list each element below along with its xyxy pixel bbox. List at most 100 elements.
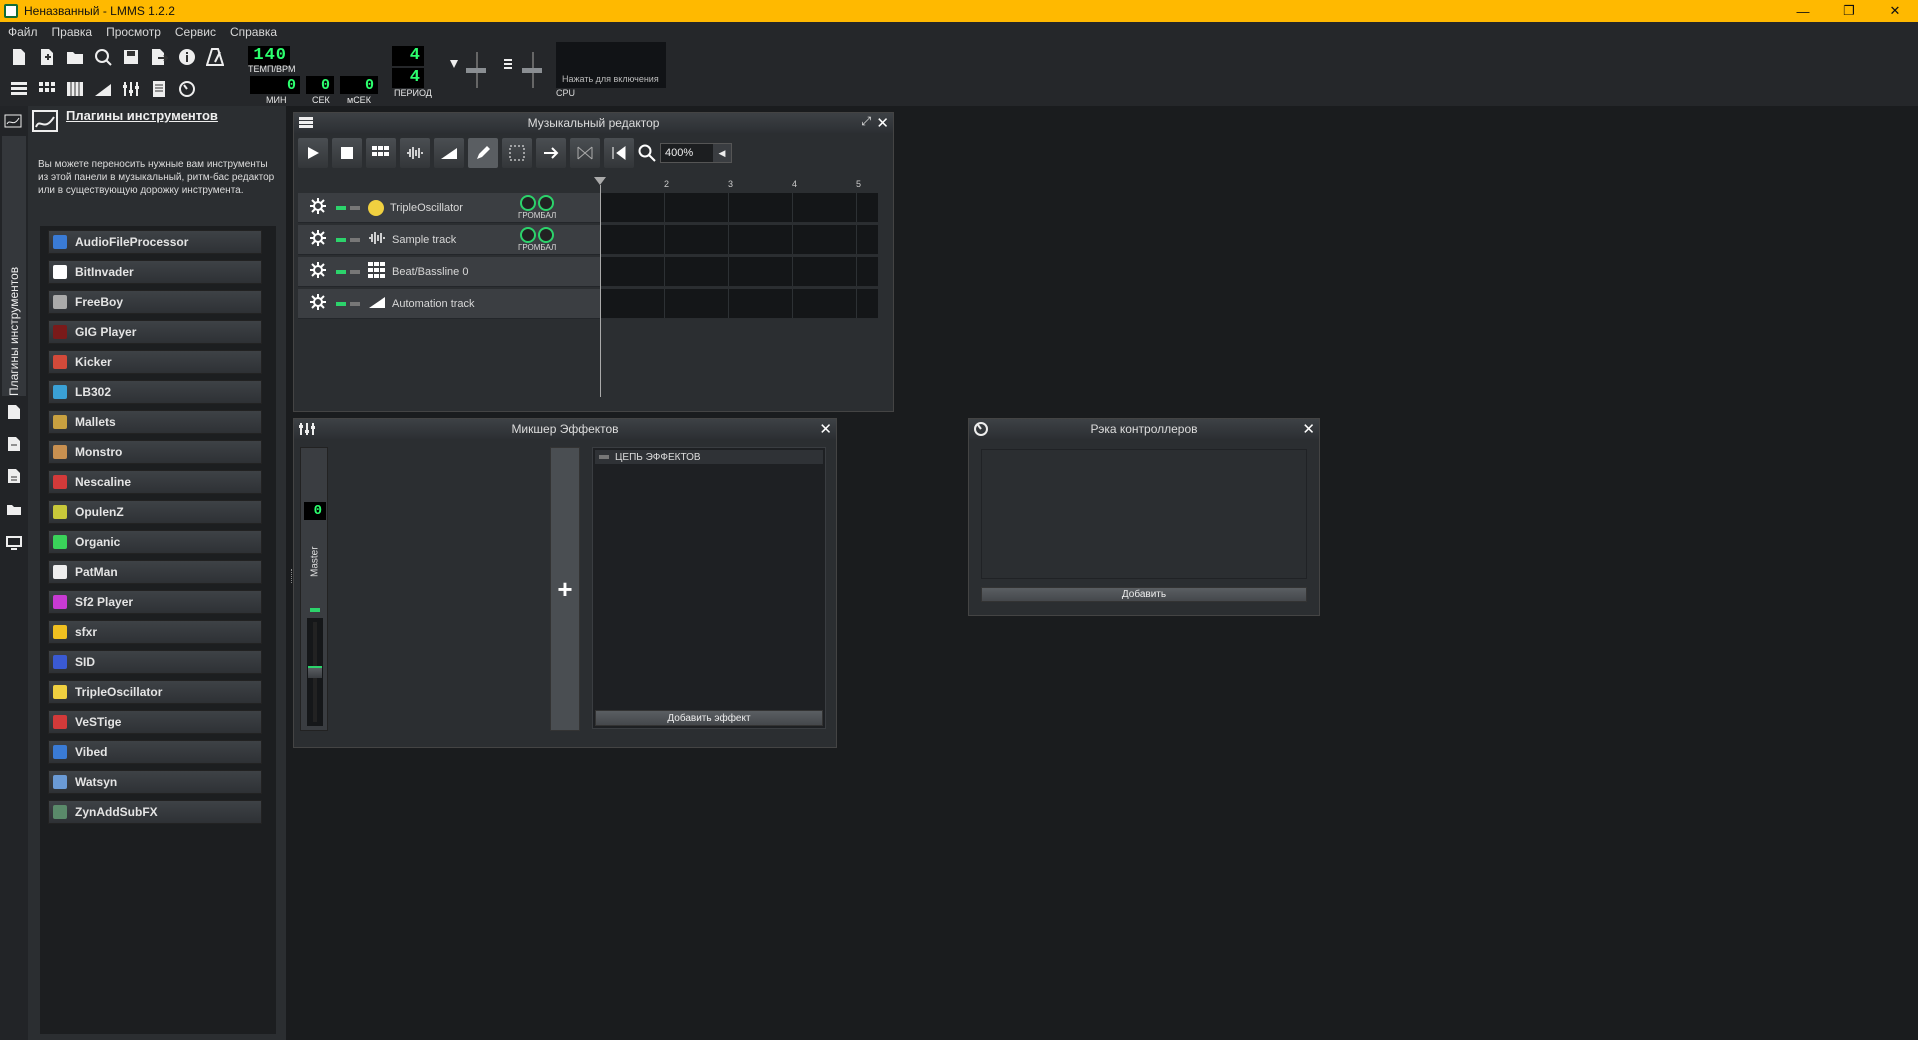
my-presets-tab-icon[interactable] bbox=[7, 468, 23, 484]
auto-scroll-button[interactable] bbox=[536, 138, 566, 168]
plugin-monstro[interactable]: Monstro bbox=[48, 440, 262, 464]
restore-icon[interactable]: ⤢ bbox=[861, 114, 871, 129]
plugin-freeboy[interactable]: FreeBoy bbox=[48, 290, 262, 314]
draw-mode-button[interactable] bbox=[468, 138, 498, 168]
plugin-vibed[interactable]: Vibed bbox=[48, 740, 262, 764]
controller-rack-toggle-icon[interactable] bbox=[174, 76, 200, 102]
volume-pan-knobs[interactable]: ГРОМБАЛ bbox=[518, 195, 556, 220]
track-row[interactable]: Beat/Bassline 0 bbox=[298, 257, 600, 287]
close-window-button[interactable]: ✕ bbox=[1872, 0, 1918, 22]
time-sig-numerator[interactable]: 4 bbox=[392, 46, 424, 66]
volume-knob[interactable] bbox=[520, 195, 537, 211]
edit-mode-button[interactable] bbox=[502, 138, 532, 168]
zoom-dropdown-arrow-icon[interactable]: ◀ bbox=[713, 144, 731, 162]
export-project-icon[interactable] bbox=[146, 44, 172, 70]
track-name[interactable]: Beat/Bassline 0 bbox=[392, 266, 468, 278]
minimize-button[interactable]: — bbox=[1780, 0, 1826, 22]
new-from-template-icon[interactable] bbox=[34, 44, 60, 70]
playhead-marker[interactable] bbox=[594, 177, 606, 185]
stop-behaviour-button[interactable] bbox=[604, 138, 634, 168]
save-project-icon[interactable] bbox=[118, 44, 144, 70]
loop-points-button[interactable] bbox=[570, 138, 600, 168]
resize-grip[interactable] bbox=[291, 569, 294, 583]
tempo-display[interactable]: 140 bbox=[248, 46, 290, 66]
plugin-kicker[interactable]: Kicker bbox=[48, 350, 262, 374]
automation-editor-toggle-icon[interactable] bbox=[90, 76, 116, 102]
track-pattern-area[interactable] bbox=[600, 225, 878, 255]
controller-rack-close-icon[interactable]: ✕ bbox=[1302, 420, 1315, 438]
track-pattern-area[interactable] bbox=[600, 257, 878, 287]
master-channel-strip[interactable]: 0 Master bbox=[300, 447, 328, 731]
beat-bassline-toggle-icon[interactable] bbox=[34, 76, 60, 102]
piano-roll-toggle-icon[interactable] bbox=[62, 76, 88, 102]
new-project-icon[interactable] bbox=[6, 44, 32, 70]
track-name[interactable]: TripleOscillator bbox=[390, 202, 518, 214]
play-button[interactable] bbox=[298, 138, 328, 168]
zoom-select[interactable]: 400% ◀ bbox=[660, 143, 732, 163]
plugin-watsyn[interactable]: Watsyn bbox=[48, 770, 262, 794]
plugin-bitinvader[interactable]: BitInvader bbox=[48, 260, 262, 284]
mute-led[interactable] bbox=[336, 205, 346, 210]
track-name[interactable]: Automation track bbox=[392, 298, 475, 310]
plugin-sfxr[interactable]: sfxr bbox=[48, 620, 262, 644]
volume-knob[interactable] bbox=[520, 227, 537, 243]
solo-led[interactable] bbox=[350, 237, 360, 242]
menu-tools[interactable]: Сервис bbox=[175, 25, 216, 39]
solo-led[interactable] bbox=[350, 205, 360, 210]
mute-led[interactable] bbox=[336, 237, 346, 242]
track-settings-gear-icon[interactable] bbox=[310, 294, 326, 313]
instrument-plugins-vertical-tab[interactable]: Плагины инструментов bbox=[2, 136, 26, 396]
track-settings-gear-icon[interactable] bbox=[310, 230, 326, 249]
volume-pan-knobs[interactable]: ГРОМБАЛ bbox=[518, 227, 556, 252]
effects-chain-toggle-led[interactable] bbox=[599, 455, 609, 459]
instrument-plugins-tab-icon[interactable] bbox=[4, 114, 24, 130]
stop-button[interactable] bbox=[332, 138, 362, 168]
solo-led[interactable] bbox=[350, 269, 360, 274]
menu-edit[interactable]: Правка bbox=[52, 25, 93, 39]
plugin-tripleoscillator[interactable]: TripleOscillator bbox=[48, 680, 262, 704]
master-fader[interactable] bbox=[307, 618, 323, 726]
effects-chain-header[interactable]: ЦЕПЬ ЭФФЕКТОВ bbox=[595, 450, 823, 464]
maximize-button[interactable]: ❐ bbox=[1826, 0, 1872, 22]
song-editor-toggle-icon[interactable] bbox=[6, 76, 32, 102]
track-pattern-area[interactable] bbox=[600, 193, 878, 223]
master-fader-handle[interactable] bbox=[308, 666, 322, 678]
whats-this-icon[interactable] bbox=[174, 44, 200, 70]
pan-knob[interactable] bbox=[538, 195, 555, 211]
metronome-icon[interactable] bbox=[202, 44, 228, 70]
track-row[interactable]: TripleOscillator ГРОМБАЛ bbox=[298, 193, 600, 223]
plugin-nescaline[interactable]: Nescaline bbox=[48, 470, 262, 494]
mixer-toggle-icon[interactable] bbox=[118, 76, 144, 102]
my-projects-tab-icon[interactable] bbox=[7, 404, 23, 420]
timeline-ruler[interactable]: 2 3 4 5 bbox=[594, 177, 884, 193]
track-pattern-area[interactable] bbox=[600, 289, 878, 319]
master-pitch-slider[interactable] bbox=[502, 50, 542, 90]
recent-projects-icon[interactable] bbox=[90, 44, 116, 70]
song-editor-close-icon[interactable]: ✕ bbox=[876, 114, 889, 132]
menu-file[interactable]: Файл bbox=[8, 25, 38, 39]
track-row[interactable]: Sample track ГРОМБАЛ bbox=[298, 225, 600, 255]
my-home-tab-icon[interactable] bbox=[6, 502, 22, 518]
add-effect-button[interactable]: Добавить эффект bbox=[595, 710, 823, 726]
master-mute-led[interactable] bbox=[310, 608, 320, 612]
menu-help[interactable]: Справка bbox=[230, 25, 277, 39]
track-settings-gear-icon[interactable] bbox=[310, 198, 326, 217]
project-notes-toggle-icon[interactable] bbox=[146, 76, 172, 102]
root-directory-tab-icon[interactable] bbox=[6, 536, 22, 552]
track-settings-gear-icon[interactable] bbox=[310, 262, 326, 281]
plugin-sid[interactable]: SID bbox=[48, 650, 262, 674]
add-controller-button[interactable]: Добавить bbox=[981, 587, 1307, 602]
plugin-gig-player[interactable]: GIG Player bbox=[48, 320, 262, 344]
plugin-audiofileprocessor[interactable]: AudioFileProcessor bbox=[48, 230, 262, 254]
cpu-graph[interactable]: Нажать для включения CPU bbox=[556, 42, 666, 98]
my-samples-tab-icon[interactable] bbox=[7, 436, 23, 452]
track-row[interactable]: Automation track bbox=[298, 289, 600, 319]
solo-led[interactable] bbox=[350, 301, 360, 306]
fx-mixer-close-icon[interactable]: ✕ bbox=[819, 420, 832, 438]
mute-led[interactable] bbox=[336, 269, 346, 274]
master-volume-slider[interactable] bbox=[448, 50, 488, 90]
track-name[interactable]: Sample track bbox=[392, 234, 518, 246]
plugin-opulenz[interactable]: OpulenZ bbox=[48, 500, 262, 524]
plugin-vestige[interactable]: VeSTige bbox=[48, 710, 262, 734]
add-beat-bassline-button[interactable] bbox=[366, 138, 396, 168]
